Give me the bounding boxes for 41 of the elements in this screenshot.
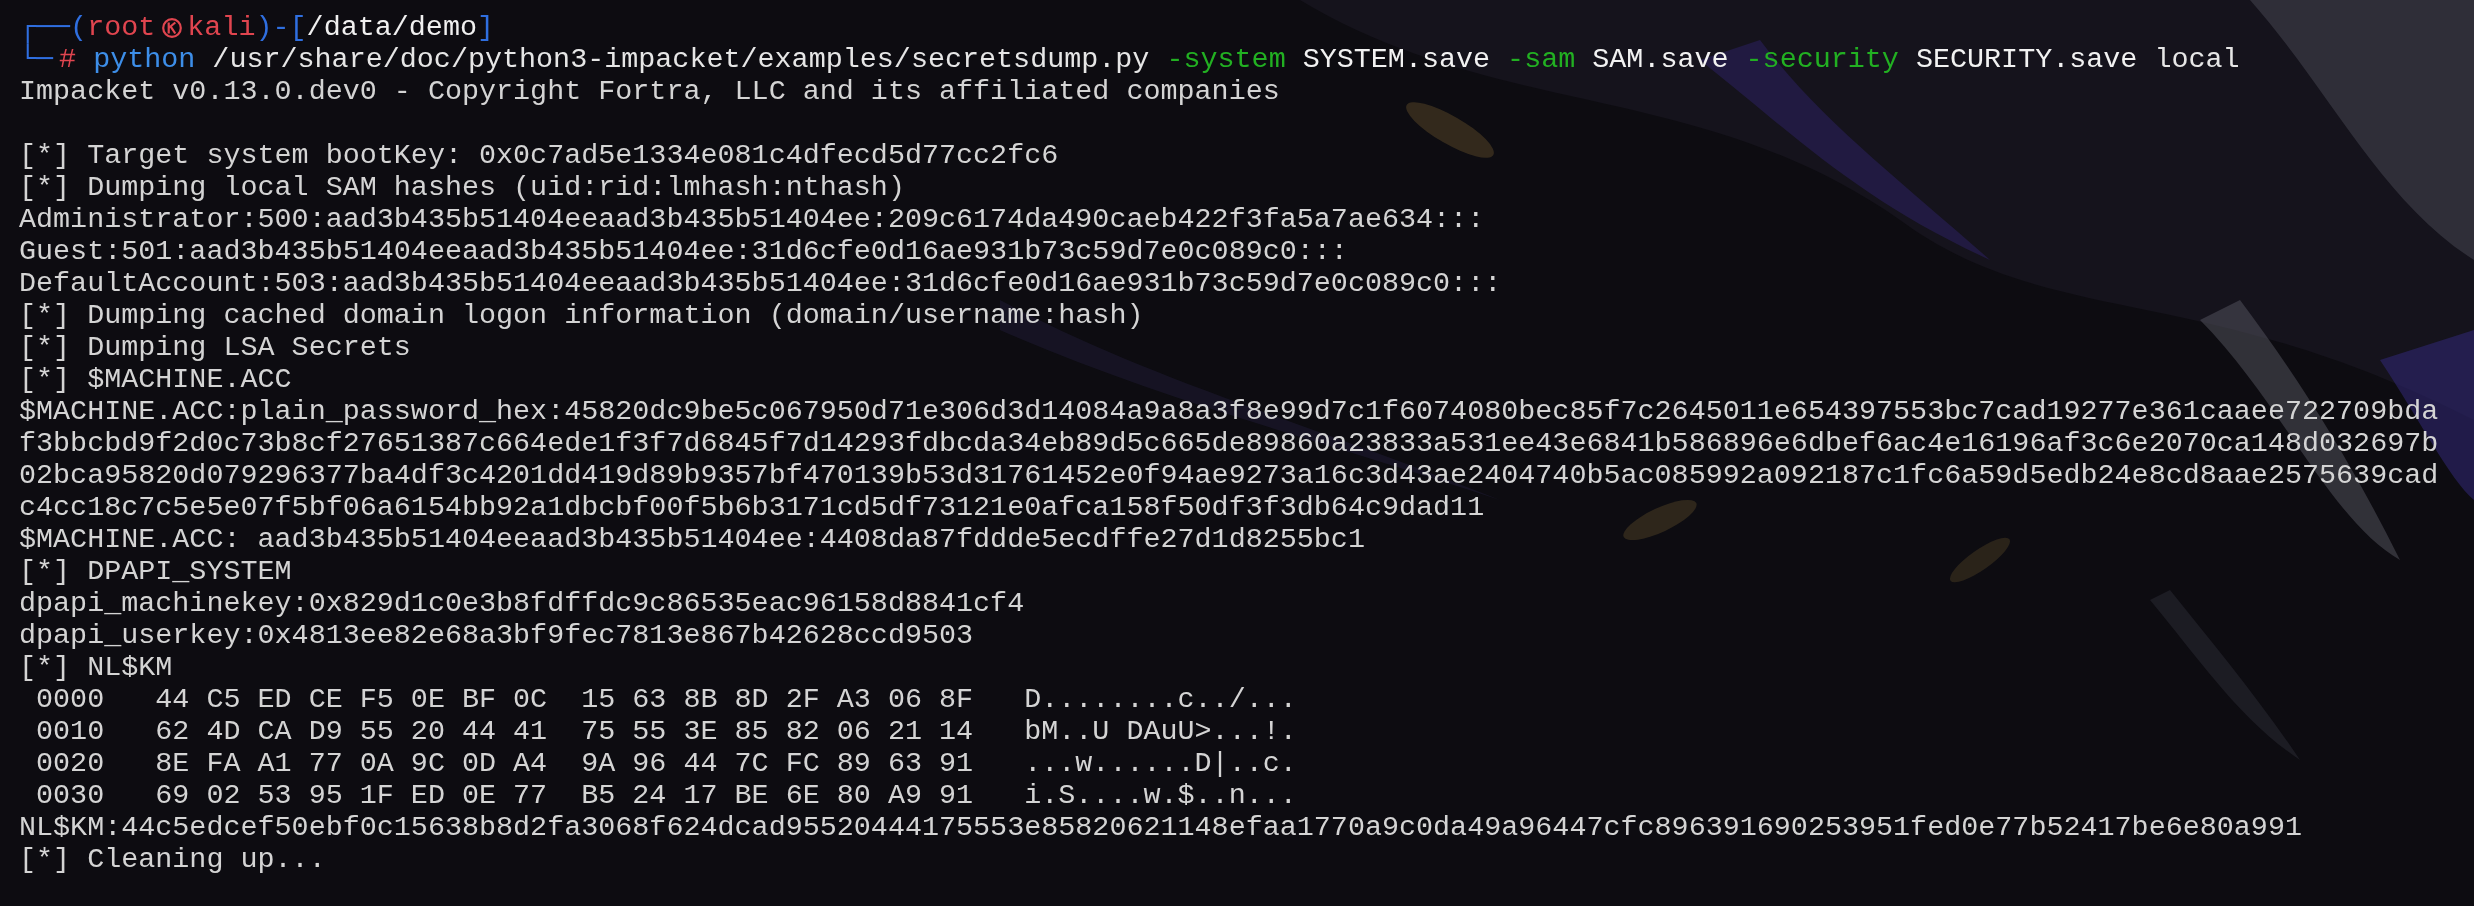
output-line: 0000 44 C5 ED CE F5 0E BF 0C 15 63 8B 8D 2F A3 06 8F D........c../... [35, 684, 1298, 716]
prompt-decoration: ] [476, 12, 494, 44]
output-line: 0030 69 02 53 95 1F ED 0E 77 B5 24 17 BE 6E 80 A9 91 i.S....w.$..n... [35, 780, 1298, 812]
output-line: dpapi_machinekey:0x829d1c0e3b8fdffdc9c86535eac96158d8841cf4 [19, 588, 1026, 620]
output-line: [*] NL$KM [19, 652, 174, 684]
output-line: 02bca95820d079296377ba4df3c4201dd419d89b9357bf470139b53d31761452e0f94ae9273a16c3d43ae2404740b5ac085992a092187c1fc6a59d5edb24e8cd8aae2575639cad [19, 460, 2440, 492]
command-argument: SAM.save [1592, 44, 1729, 76]
prompt-decoration: )-[ [255, 12, 307, 44]
command-option: -system [1166, 44, 1286, 76]
output-line: $MACHINE.ACC:plain_password_hex:45820dc9be5c067950d71e306d3d14084a9a8a3f8e99d7c1f6074080bec85f7c2645011e654397553bc7cad19277e361caaee722709bda [19, 396, 2440, 428]
output-line: DefaultAccount:503:aad3b435b51404eeaad3b435b51404ee:31d6cfe0d16ae931b73c59d7e0c089c0::: [19, 268, 1503, 300]
working-directory: /data/demo [306, 12, 477, 44]
output-line: NL$KM:44c5edcef50ebf0c15638b8d2fa3068f624dcad95520444175553e85820621148efaa1770a9c0da49a96447cfc896391690253951fed0e77b52417be6e80a991 [19, 812, 2303, 844]
prompt-decoration: └─ [19, 44, 54, 76]
command-argument: SECURITY.save [1915, 44, 2138, 76]
output-line: f3bbcbd9f2d0c73b8cf27651387c664ede1f3f7d6845f7d14293fdbcda34eb89d5c665de89860a23833a531ee43e6841b586896e6dbef6ac4e16196af3c6e2070ca148d032697b [19, 428, 2440, 460]
command-argument: /usr/share/doc/python3-impacket/examples/secretsdump.py [212, 44, 1150, 76]
hostname: kali [187, 12, 256, 44]
output-line: Administrator:500:aad3b435b51404eeaad3b435b51404ee:209c6174da490caeb422f3fa5a7ae634::: [19, 204, 1486, 236]
output-line: [*] Target system bootKey: 0x0c7ad5e1334e081c4dfecd5d77cc2fc6 [19, 140, 1060, 172]
output-line: [*] Cleaning up... [19, 844, 327, 876]
output-line: [*] Dumping LSA Secrets [19, 332, 412, 364]
output-line: 0010 62 4D CA D9 55 20 44 41 75 55 3E 85 82 06 21 14 bM..U DAuU>...!. [35, 716, 1298, 748]
output-line: 0020 8E FA A1 77 0A 9C 0D A4 9A 96 44 7C FC 89 63 91 ...w......D|..c. [35, 748, 1298, 780]
output-line: dpapi_userkey:0x4813ee82e68a3bf9fec7813e867b42628ccd9503 [19, 620, 975, 652]
command-option: -security [1745, 44, 1899, 76]
prompt-decoration: ┌──( [19, 12, 88, 44]
output-line: $MACHINE.ACC: aad3b435b51404eeaad3b435b51404ee:4408da87fddde5ecdffe27d1d8255bc1 [19, 524, 1366, 556]
output-line: c4cc18c7c5e5e07f5bf06a6154bb92a1dbcbf00f5b6b3171cd5df73121e0afca158f50df3f3db64c9dad11 [19, 492, 1486, 524]
command-argument: SYSTEM.save [1302, 44, 1491, 76]
command-argument: local [2154, 44, 2240, 76]
output-line: [*] DPAPI_SYSTEM [19, 556, 293, 588]
output-line: Guest:501:aad3b435b51404eeaad3b435b51404ee:31d6cfe0d16ae931b73c59d7e0c089c0::: [19, 236, 1349, 268]
command-option: -sam [1507, 44, 1576, 76]
output-line: Impacket v0.13.0.dev0 - Copyright Fortra, LLC and its affiliated companies [19, 76, 1281, 108]
command-name: python [93, 44, 196, 76]
output-line: [*] Dumping local SAM hashes (uid:rid:lmhash:nthash) [19, 172, 906, 204]
username: root [87, 12, 156, 44]
prompt-symbol: # [59, 44, 77, 76]
output-line: [*] $MACHINE.ACC [19, 364, 293, 396]
output-line: [*] Dumping cached domain logon information (domain/username:hash) [19, 300, 1145, 332]
